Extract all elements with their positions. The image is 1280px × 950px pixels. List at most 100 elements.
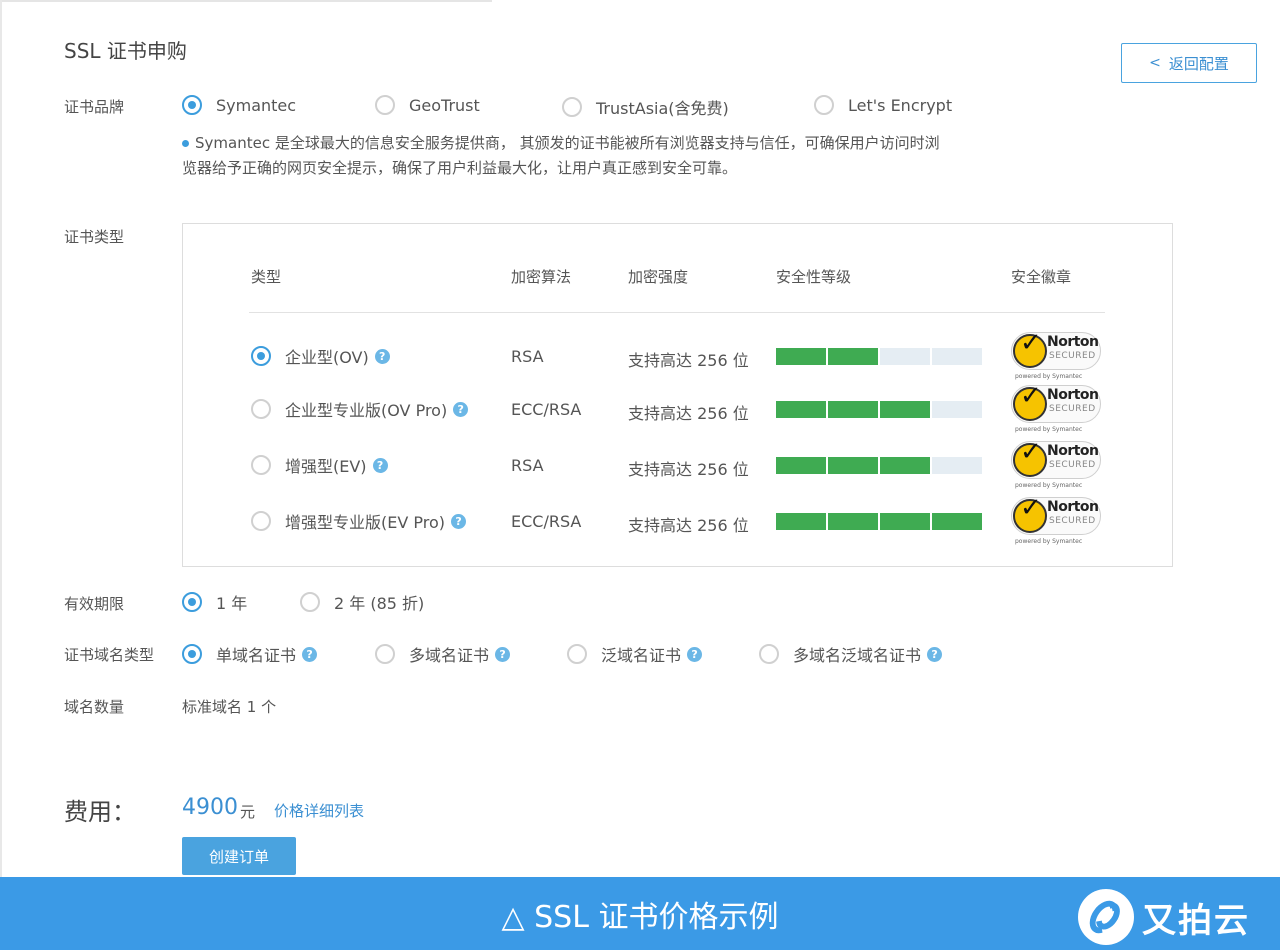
brand-option-label: TrustAsia(含免费) [596, 99, 729, 118]
back-button-label: 返回配置 [1168, 54, 1229, 73]
validity-option-2-year[interactable]: 2 年 (85 折) [300, 590, 424, 614]
domain-count-label: 域名数量 [64, 698, 125, 716]
security-level-segment [932, 457, 982, 474]
cert-type-name: 企业型专业版(OV Pro) [285, 401, 448, 420]
cert-type-row-ev-pro[interactable]: 增强型专业版(EV Pro)? ECC/RSA 支持高达 256 位 ✓ Norton S… [183, 493, 1174, 562]
radio-icon[interactable] [300, 592, 320, 612]
help-icon[interactable]: ? [687, 646, 703, 662]
radio-icon[interactable] [375, 95, 395, 115]
radio-icon[interactable] [759, 644, 779, 664]
cert-type-option[interactable]: 增强型专业版(EV Pro)? [251, 506, 467, 536]
header-divider [249, 312, 1105, 313]
security-level-segment [776, 348, 826, 365]
badge-name: Norton [1047, 499, 1099, 515]
brand-label: 证书品牌 [64, 98, 125, 116]
brand-option-geotrust[interactable]: GeoTrust [375, 95, 480, 115]
security-level-segment [828, 401, 878, 418]
radio-icon[interactable] [251, 455, 271, 475]
radio-icon[interactable] [251, 346, 271, 366]
badge-powered: powered by Symantec [1015, 538, 1083, 545]
badge-name: Norton [1047, 334, 1099, 350]
brand-option-label: GeoTrust [409, 95, 480, 115]
badge-sub: SECURED [1049, 516, 1096, 526]
brand-option-symantec[interactable]: Symantec [182, 95, 296, 115]
security-level-segment [880, 348, 930, 365]
domain-type-wildcard[interactable]: 泛域名证书 ? [567, 642, 703, 666]
domain-type-label: 证书域名类型 [64, 646, 155, 664]
cert-algorithm: ECC/RSA [511, 512, 582, 531]
badge-name: Norton [1047, 387, 1099, 403]
security-level-segment [776, 457, 826, 474]
fee-unit: 元 [240, 803, 256, 821]
domain-type-option-label: 多域名证书 [409, 646, 490, 665]
security-level-bar [776, 513, 982, 530]
domain-type-single[interactable]: 单域名证书 ? [182, 642, 318, 666]
security-level-segment [776, 513, 826, 530]
cert-type-name: 增强型专业版(EV Pro) [285, 513, 446, 532]
cert-type-option[interactable]: 企业型(OV)? [251, 341, 390, 371]
chevron-left-icon: < [1149, 55, 1161, 71]
radio-icon[interactable] [567, 644, 587, 664]
cert-type-name: 增强型(EV) [285, 457, 367, 476]
security-level-bar [776, 348, 982, 365]
column-header-type: 类型 [251, 268, 282, 286]
cert-strength: 支持高达 256 位 [628, 351, 749, 370]
column-header-badge: 安全徽章 [1011, 268, 1072, 286]
column-header-strength: 加密强度 [628, 268, 689, 286]
create-order-button[interactable]: 创建订单 [182, 837, 296, 875]
price-detail-link[interactable]: 价格详细列表 [274, 800, 364, 821]
validity-label: 有效期限 [64, 595, 125, 613]
domain-count-value: 标准域名 1 个 [182, 698, 277, 716]
radio-icon[interactable] [182, 644, 202, 664]
help-icon[interactable]: ? [372, 457, 388, 473]
security-level-segment [932, 401, 982, 418]
validity-option-1-year[interactable]: 1 年 [182, 590, 247, 614]
help-icon[interactable]: ? [302, 646, 318, 662]
security-level-segment [880, 401, 930, 418]
brand-option-trustasia[interactable]: TrustAsia(含免费) [562, 95, 729, 119]
domain-type-multi[interactable]: 多域名证书 ? [375, 642, 511, 666]
security-level-segment [932, 348, 982, 365]
domain-type-multi-wildcard[interactable]: 多域名泛域名证书 ? [759, 642, 943, 666]
cert-strength: 支持高达 256 位 [628, 516, 749, 535]
help-icon[interactable]: ? [927, 646, 943, 662]
radio-icon[interactable] [182, 592, 202, 612]
cert-type-name: 企业型(OV) [285, 348, 369, 367]
radio-icon[interactable] [182, 95, 202, 115]
badge-sub: SECURED [1049, 351, 1096, 361]
fee-amount: 4900 [182, 795, 238, 820]
brand-option-label: Let's Encrypt [848, 95, 953, 115]
norton-secured-badge: ✓ Norton SECURED powered by Symantec [1011, 493, 1103, 545]
security-level-segment [880, 513, 930, 530]
bullet-icon [182, 140, 189, 147]
badge-sub: SECURED [1049, 460, 1096, 470]
domain-type-option-label: 多域名泛域名证书 [793, 646, 922, 665]
domain-type-option-label: 泛域名证书 [601, 646, 682, 665]
security-level-bar [776, 457, 982, 474]
radio-icon[interactable] [375, 644, 395, 664]
radio-icon[interactable] [814, 95, 834, 115]
cert-type-option[interactable]: 增强型(EV)? [251, 450, 388, 480]
radio-icon[interactable] [251, 399, 271, 419]
cert-type-option[interactable]: 企业型专业版(OV Pro)? [251, 394, 469, 424]
column-header-algorithm: 加密算法 [511, 268, 572, 286]
brand-option-letsencrypt[interactable]: Let's Encrypt [814, 95, 952, 115]
domain-type-option-label: 单域名证书 [216, 646, 297, 665]
help-icon[interactable]: ? [453, 401, 469, 417]
cert-strength: 支持高达 256 位 [628, 460, 749, 479]
badge-powered: powered by Symantec [1015, 373, 1083, 380]
security-level-segment [828, 457, 878, 474]
radio-icon[interactable] [562, 97, 582, 117]
help-icon[interactable]: ? [374, 348, 390, 364]
brand-option-label: Symantec [216, 95, 297, 115]
brand-name: 又拍云 [1142, 900, 1250, 941]
security-level-bar [776, 401, 982, 418]
top-divider [2, 0, 492, 2]
radio-icon[interactable] [251, 511, 271, 531]
security-level-segment [828, 513, 878, 530]
security-level-segment [828, 348, 878, 365]
norton-secured-badge: ✓ Norton SECURED powered by Symantec [1011, 328, 1103, 380]
help-icon[interactable]: ? [495, 646, 511, 662]
back-to-config-button[interactable]: < 返回配置 [1121, 43, 1257, 83]
help-icon[interactable]: ? [451, 513, 467, 529]
